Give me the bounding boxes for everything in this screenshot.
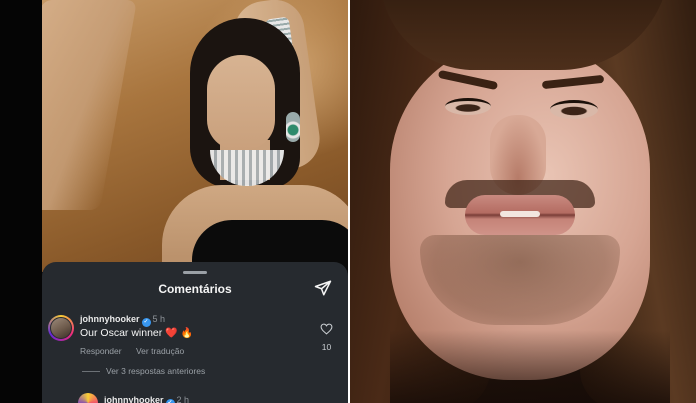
sheet-drag-handle[interactable] xyxy=(183,271,207,274)
reply-username[interactable]: johnnyhooker xyxy=(104,395,164,403)
photo-eye-left xyxy=(445,98,491,115)
like-count: 10 xyxy=(321,342,332,352)
red-heart-emoji: ❤️ xyxy=(165,328,178,339)
instagram-screenshot: Comentários johnnyhooker ✓ 5 h Our Oscar w… xyxy=(0,0,348,403)
comment-text: Our Oscar winner xyxy=(80,327,163,339)
comment-actions: Responder Ver tradução xyxy=(80,346,196,356)
comment-username[interactable]: johnnyhooker xyxy=(80,314,140,324)
photo-emerald-earring xyxy=(286,112,300,142)
verified-badge-icon: ✓ xyxy=(165,399,175,403)
avatar[interactable] xyxy=(48,315,74,341)
reply-button[interactable]: Responder xyxy=(80,346,122,356)
avatar[interactable] xyxy=(78,393,98,403)
comment-time: 5 h xyxy=(152,314,166,324)
fire-emoji: 🔥 xyxy=(180,328,194,339)
verified-badge-icon: ✓ xyxy=(141,318,151,327)
paper-plane-icon[interactable] xyxy=(314,279,332,297)
comments-sheet: Comentários johnnyhooker ✓ 5 h Our Oscar w… xyxy=(42,262,348,403)
composite-image: Comentários johnnyhooker ✓ 5 h Our Oscar w… xyxy=(0,0,696,403)
post-photo-woman xyxy=(42,0,348,272)
comment-header: johnnyhooker ✓ 5 h xyxy=(80,314,165,327)
comment-body: Our Oscar winner ❤️ 🔥 xyxy=(80,327,193,340)
view-previous-replies-button[interactable]: Ver 3 respostas anteriores xyxy=(82,366,205,376)
portrait-photo-man xyxy=(350,0,696,403)
reply-header: johnnyhooker ✓ 2 h xyxy=(104,395,189,403)
replies-divider-line xyxy=(82,371,100,373)
avatar-photo xyxy=(50,317,72,339)
reply-time: 2 h xyxy=(176,395,190,403)
photo-face xyxy=(207,55,275,150)
heart-outline-icon[interactable] xyxy=(320,323,333,335)
view-replies-label: Ver 3 respostas anteriores xyxy=(106,366,206,376)
photo-raised-arm-left xyxy=(42,0,138,210)
photo-shadow xyxy=(390,330,670,403)
reply-item: johnnyhooker ✓ 2 h xyxy=(78,393,348,403)
photo-eye-right xyxy=(550,100,598,119)
comments-title: Comentários xyxy=(158,282,232,296)
comment-item: johnnyhooker ✓ 5 h Our Oscar winner ❤️ 🔥 R… xyxy=(42,312,348,360)
photo-teeth xyxy=(500,211,540,217)
see-translation-button[interactable]: Ver tradução xyxy=(136,346,184,356)
